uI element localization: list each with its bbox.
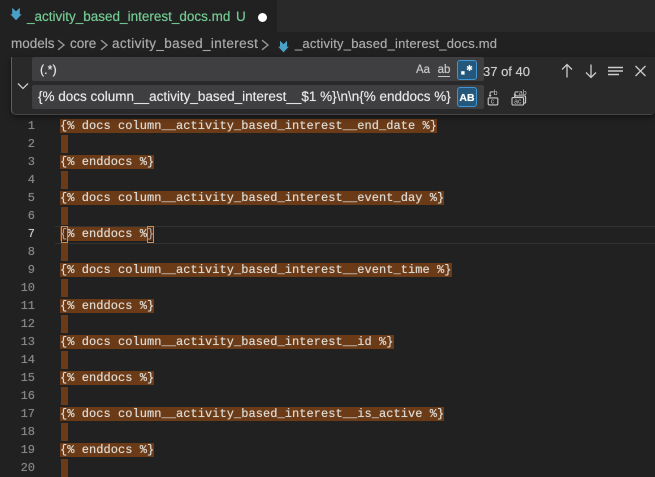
- svg-text:c: c: [490, 98, 494, 105]
- svg-text:ac: ac: [514, 98, 522, 105]
- svg-text:b: b: [493, 90, 497, 97]
